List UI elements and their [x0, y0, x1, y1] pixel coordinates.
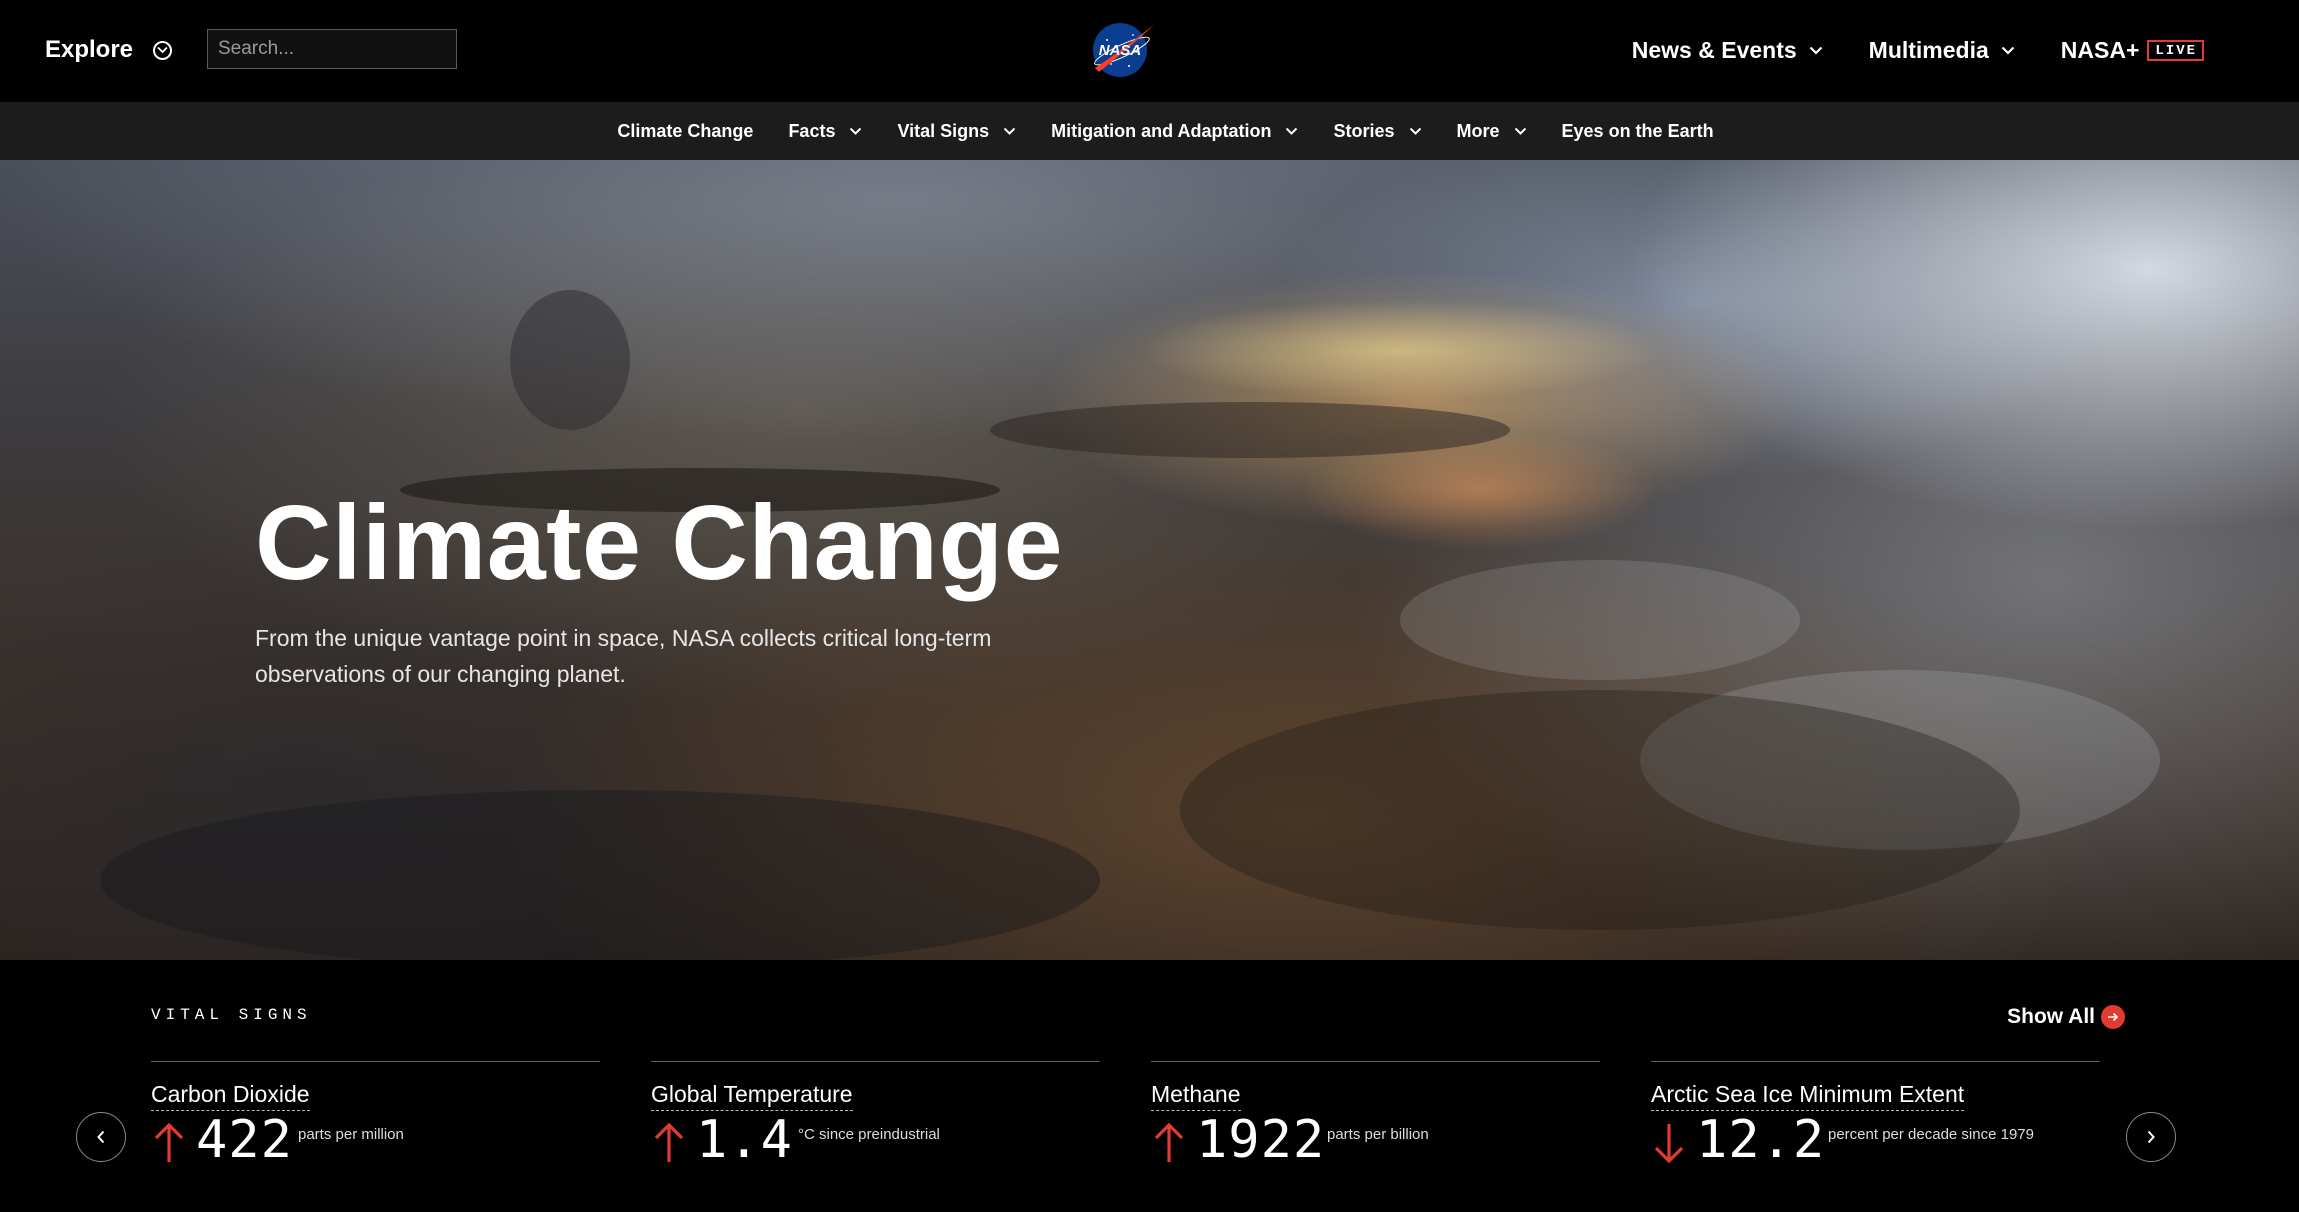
vital-sign-unit: percent per decade since 1979 — [1828, 1126, 2034, 1143]
arrow-up-icon — [654, 1122, 684, 1162]
vital-signs-heading: VITAL SIGNS — [151, 1006, 312, 1024]
vital-sign-card: Carbon Dioxide 422 parts per million — [151, 1061, 600, 1211]
subnav-facts[interactable]: Facts — [788, 121, 862, 142]
vital-sign-unit: parts per million — [298, 1126, 404, 1143]
explore-label: Explore — [45, 36, 134, 63]
search-input[interactable] — [207, 29, 457, 69]
live-badge: LIVE — [2147, 39, 2204, 61]
vital-sign-title[interactable]: Global Temperature — [651, 1081, 853, 1111]
subnav-stories-label: Stories — [1333, 120, 1395, 141]
chevron-down-icon — [1514, 127, 1526, 135]
vital-sign-value: 1922 — [1196, 1110, 1326, 1170]
subnav-stories[interactable]: Stories — [1333, 121, 1421, 142]
vital-sign-title[interactable]: Arctic Sea Ice Minimum Extent — [1651, 1081, 1965, 1111]
nav-multimedia-label: Multimedia — [1868, 36, 1989, 63]
vital-sign-unit: parts per billion — [1327, 1126, 1429, 1143]
hero-subtitle: From the unique vantage point in space, … — [255, 625, 992, 687]
vital-sign-card: Global Temperature 1.4 °C since preindus… — [651, 1061, 1100, 1211]
vital-sign-title[interactable]: Carbon Dioxide — [151, 1081, 310, 1111]
show-all-label: Show All — [2007, 1005, 2095, 1028]
hero-title: Climate Change — [255, 484, 1064, 602]
hero-earth-image: Climate Change From the unique vantage p… — [0, 160, 2299, 960]
subnav-mitigation[interactable]: Mitigation and Adaptation — [1051, 121, 1298, 142]
subnav-eyes-on-earth-label: Eyes on the Earth — [1561, 120, 1714, 141]
circle-chevron-down-icon — [153, 40, 173, 60]
climate-subnav: Climate Change Facts Vital Signs Mitigat… — [0, 102, 2299, 160]
subnav-climate-change[interactable]: Climate Change — [617, 121, 753, 142]
nav-multimedia[interactable]: Multimedia — [1869, 37, 2015, 64]
nav-news-events[interactable]: News & Events — [1632, 37, 1823, 64]
subnav-mitigation-label: Mitigation and Adaptation — [1051, 120, 1272, 141]
arrow-right-circle-icon — [2101, 1005, 2125, 1029]
chevron-down-icon — [1003, 127, 1016, 135]
arrow-down-icon — [1654, 1124, 1684, 1164]
arrow-up-icon — [1154, 1122, 1184, 1162]
nasa-logo-text: NASA — [1099, 42, 1142, 59]
nav-nasa-plus-label: NASA+ — [2060, 36, 2140, 63]
arrow-up-icon — [154, 1122, 184, 1162]
chevron-down-icon — [1809, 46, 1822, 55]
nav-nasa-plus[interactable]: NASA+ LIVE — [2061, 37, 2204, 64]
subnav-more-label: More — [1456, 120, 1500, 141]
vital-sign-unit: °C since preindustrial — [798, 1126, 940, 1143]
subnav-vital-signs-label: Vital Signs — [897, 120, 990, 141]
primary-nav: News & Events Multimedia NASA+ LIVE — [1632, 30, 2204, 70]
show-all-link[interactable]: Show All — [2007, 1004, 2125, 1030]
vital-sign-title[interactable]: Methane — [1151, 1081, 1241, 1111]
subnav-eyes-on-earth[interactable]: Eyes on the Earth — [1562, 121, 1714, 142]
vital-sign-card: Methane 1922 parts per billion — [1151, 1061, 1600, 1211]
explore-menu-button[interactable]: Explore — [45, 34, 173, 66]
chevron-left-icon — [97, 1130, 105, 1144]
subnav-more[interactable]: More — [1457, 121, 1527, 142]
carousel-next-button[interactable] — [2126, 1112, 2176, 1162]
subnav-facts-label: Facts — [788, 120, 836, 141]
chevron-right-icon — [2147, 1130, 2155, 1144]
chevron-down-icon — [850, 127, 862, 135]
vital-sign-value: 422 — [196, 1110, 293, 1170]
chevron-down-icon — [1286, 127, 1298, 135]
nasa-logo[interactable]: NASA — [1089, 18, 1157, 80]
vital-sign-value: 12.2 — [1696, 1110, 1826, 1170]
carousel-prev-button[interactable] — [76, 1112, 126, 1162]
site-header: Explore NASA News & Events Multimedia NA… — [0, 0, 2299, 102]
vital-signs-section: VITAL SIGNS Show All Carbon Dioxide 422 … — [0, 960, 2299, 1212]
vital-sign-value: 1.4 — [696, 1110, 793, 1170]
vital-sign-card: Arctic Sea Ice Minimum Extent 12.2 perce… — [1651, 1061, 2100, 1211]
chevron-down-icon — [1409, 127, 1421, 135]
chevron-down-icon — [2001, 46, 2015, 55]
subnav-climate-change-label: Climate Change — [617, 120, 754, 141]
subnav-vital-signs[interactable]: Vital Signs — [897, 121, 1016, 142]
nav-news-events-label: News & Events — [1631, 36, 1797, 63]
